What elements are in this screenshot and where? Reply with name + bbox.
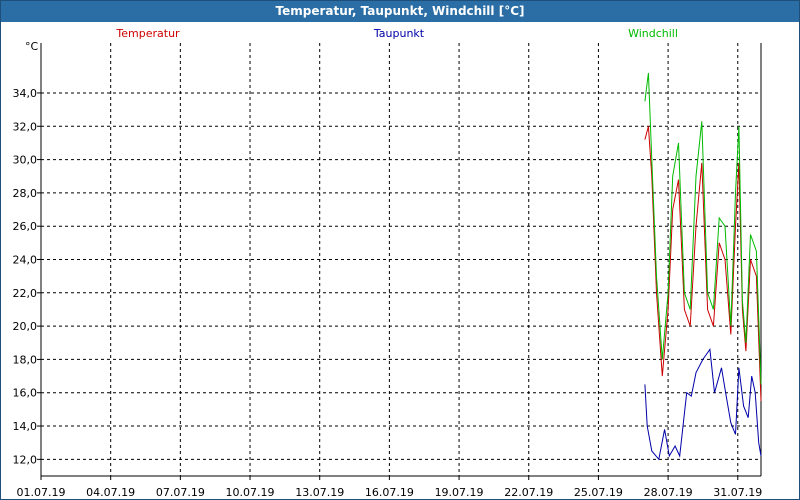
y-tick-label: 16,0: [13, 387, 38, 400]
line-chart: 12,0 14,0 16,0 18,0 20,0 22,0 24,0 26,0 28,0 30,0…: [13, 27, 763, 499]
grid-lines: [41, 43, 761, 476]
x-tick-label: 25.07.19: [574, 486, 623, 499]
x-tick-label: 07.07.19: [156, 486, 205, 499]
y-tick-label: 32,0: [13, 120, 38, 133]
y-axis-unit: °C: [25, 40, 39, 53]
y-tick-label: 14,0: [13, 420, 38, 433]
x-tick-label: 31.07.19: [713, 486, 762, 499]
chart-title: Temperatur, Taupunkt, Windchill [°C]: [1, 1, 799, 22]
x-tick-label: 04.07.19: [86, 486, 135, 499]
legend-entry-temperatur: Temperatur: [115, 27, 180, 40]
x-tick-label: 10.07.19: [226, 486, 275, 499]
x-tick-labels: 01.07.19 04.07.19 07.07.19 10.07.19 13.07.19…: [17, 486, 763, 499]
y-tick-label: 18,0: [13, 353, 38, 366]
y-tick-label: 28,0: [13, 187, 38, 200]
legend-entry-taupunkt: Taupunkt: [373, 27, 425, 40]
y-tick-label: 20,0: [13, 320, 38, 333]
x-tick-label: 13.07.19: [295, 486, 344, 499]
y-tick-label: 34,0: [13, 87, 38, 100]
chart-window: Temperatur, Taupunkt, Windchill [°C] 12,…: [0, 0, 800, 500]
y-tick-label: 26,0: [13, 220, 38, 233]
y-tick-label: 22,0: [13, 287, 38, 300]
x-tick-label: 28.07.19: [644, 486, 693, 499]
y-tick-label: 30,0: [13, 154, 38, 167]
series-line-windchill: [644, 72, 762, 385]
x-tick-label: 01.07.19: [17, 486, 66, 499]
x-tick-label: 16.07.19: [365, 486, 414, 499]
y-tick-label: 24,0: [13, 254, 38, 267]
x-tick-label: 22.07.19: [504, 486, 553, 499]
axes: [37, 43, 762, 480]
x-tick-label: 19.07.19: [435, 486, 484, 499]
y-tick-label: 12,0: [13, 453, 38, 466]
legend-entry-windchill: Windchill: [628, 27, 678, 40]
legend: Temperatur Taupunkt Windchill: [115, 27, 678, 40]
y-tick-labels: 12,0 14,0 16,0 18,0 20,0 22,0 24,0 26,0 28,0 30,0…: [13, 87, 38, 466]
series-lines: [644, 72, 762, 461]
series-line-taupunkt: [644, 348, 762, 461]
